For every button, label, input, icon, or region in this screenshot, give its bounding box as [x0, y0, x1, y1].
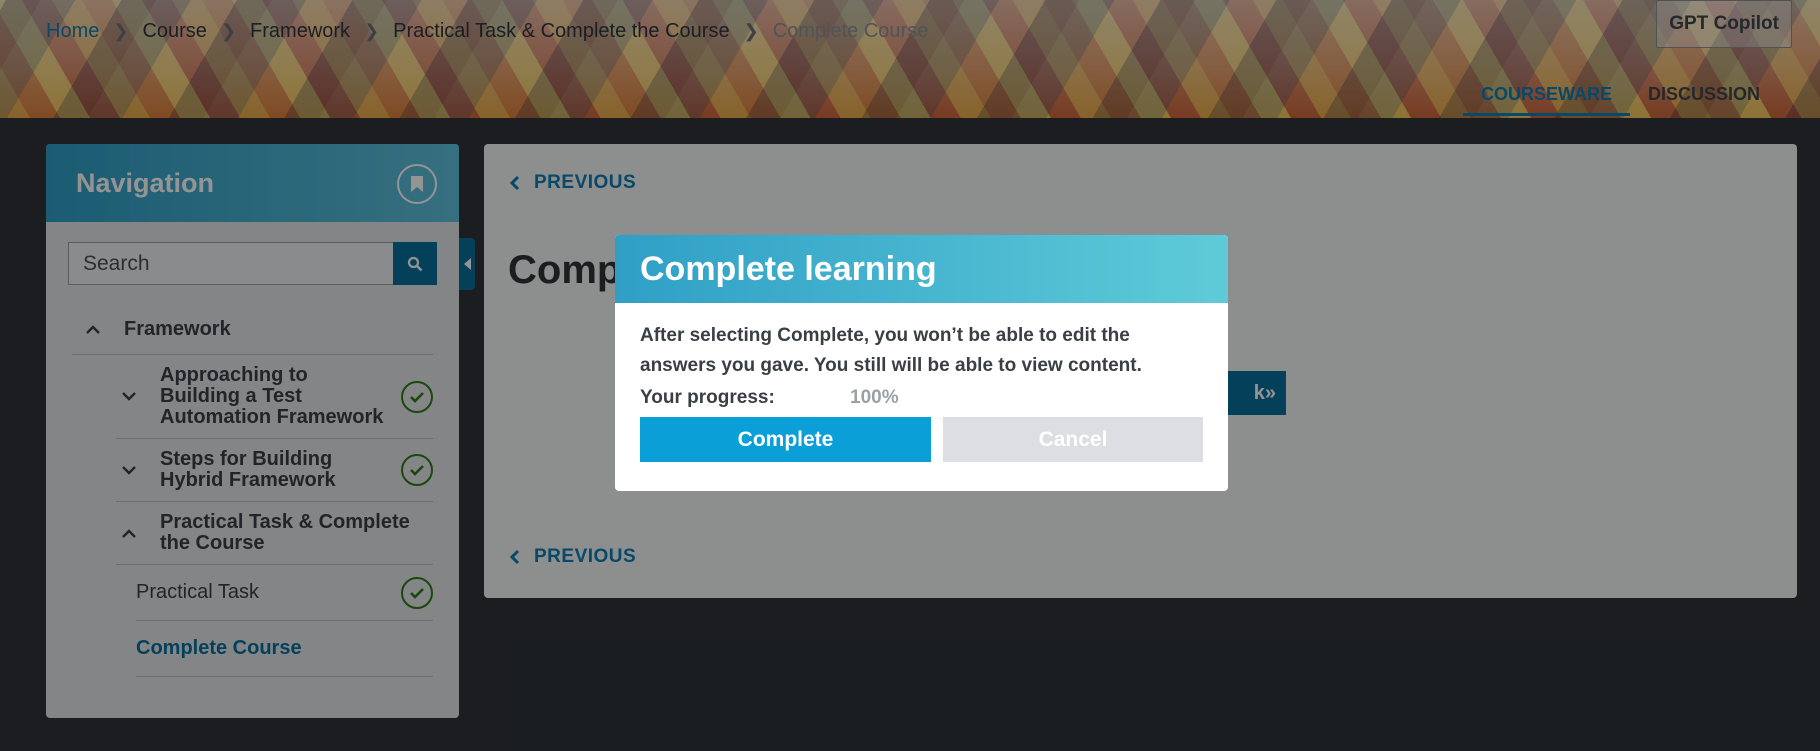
progress-label: Your progress: — [640, 387, 775, 408]
progress-row: Your progress: 100% — [640, 387, 1203, 409]
dialog-title: Complete learning — [640, 249, 937, 288]
dialog-message: After selecting Complete, you won’t be a… — [640, 325, 1142, 376]
dialog-actions: Complete Cancel — [640, 417, 1203, 462]
complete-button[interactable]: Complete — [640, 417, 931, 462]
dialog-header: Complete learning — [615, 235, 1228, 303]
cancel-button[interactable]: Cancel — [943, 417, 1203, 462]
progress-value: 100% — [850, 387, 899, 408]
dialog-body: After selecting Complete, you won’t be a… — [615, 303, 1228, 462]
complete-learning-dialog: Complete learning After selecting Comple… — [615, 235, 1228, 491]
